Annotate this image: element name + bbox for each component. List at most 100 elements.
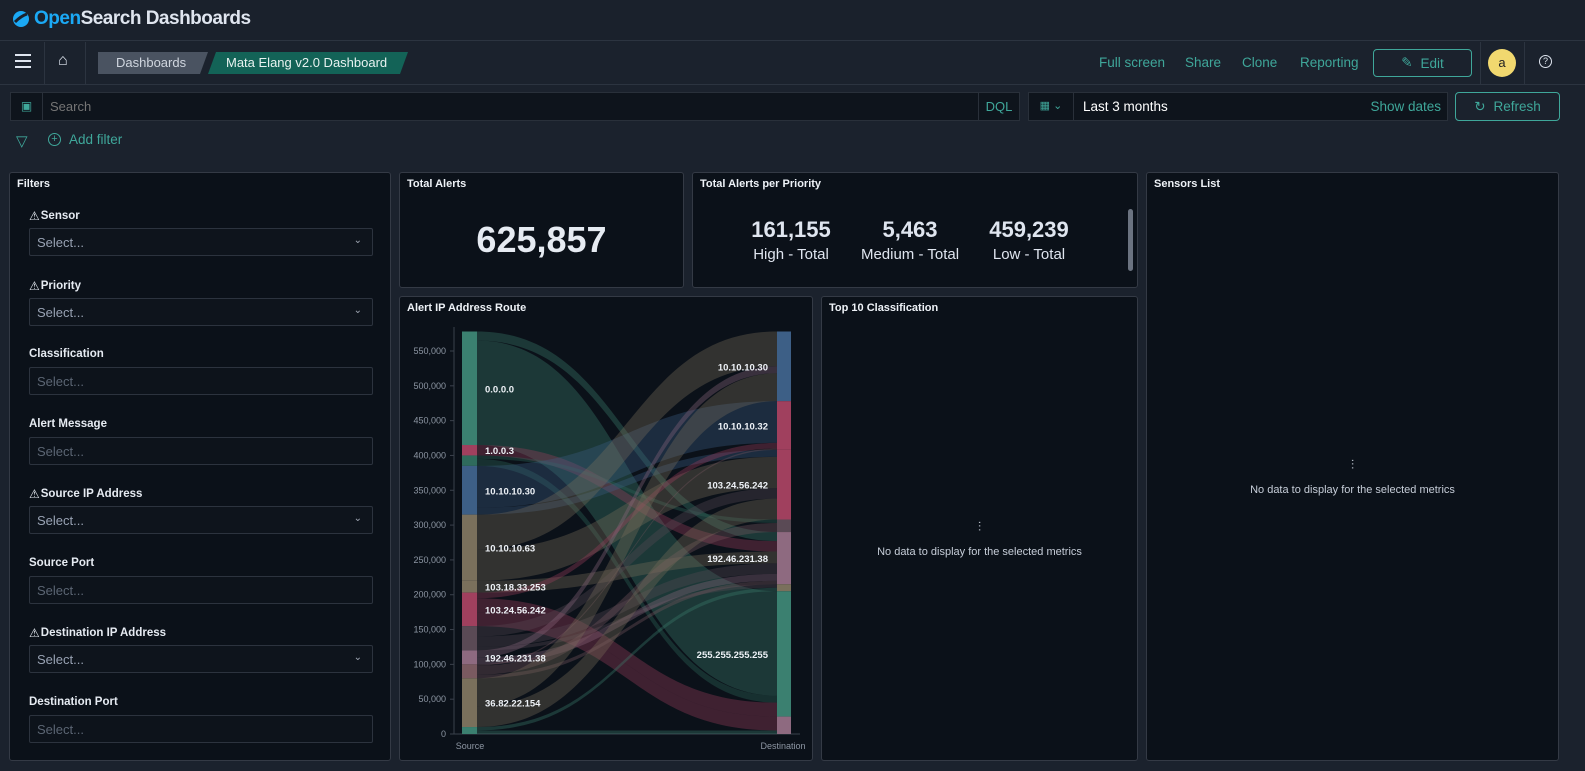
source-node — [462, 514, 477, 581]
x-label-source: Source — [456, 741, 485, 751]
full-screen-link[interactable]: Full screen — [1099, 55, 1165, 70]
filter-select[interactable]: Select... ⌄ — [29, 645, 373, 673]
panel-title: Sensors List — [1154, 178, 1221, 190]
target-node — [777, 449, 791, 520]
refresh-button[interactable]: ↻ Refresh — [1455, 92, 1560, 121]
source-label: 0.0.0.0 — [485, 384, 514, 395]
date-picker: ▦ ⌄ Last 3 months Show dates — [1028, 92, 1448, 121]
y-tick-label: 0 — [441, 729, 446, 739]
filter-label-text: Alert Message — [29, 417, 107, 430]
select-placeholder: Select... — [37, 721, 84, 737]
metric-value: 5,463 — [882, 217, 938, 242]
y-tick-label: 100,000 — [413, 659, 446, 669]
metric-label: High - Total — [753, 246, 829, 263]
y-tick-label: 300,000 — [413, 520, 446, 530]
reporting-link[interactable]: Reporting — [1300, 55, 1359, 70]
filter-select[interactable]: Select... ⌄ — [29, 506, 373, 534]
edit-label: Edit — [1420, 55, 1444, 71]
source-label: 36.82.22.154 — [485, 699, 541, 710]
pencil-icon: ✎ — [1401, 55, 1413, 70]
chevron-down-icon: ⌄ — [353, 304, 362, 316]
dql-button[interactable]: DQL — [978, 93, 1019, 120]
sankey-link — [477, 730, 777, 734]
logo-text-rest: Search Dashboards — [80, 8, 251, 29]
target-label: 10.10.10.32 — [718, 422, 768, 433]
search-input[interactable] — [44, 93, 974, 120]
metric-label: Low - Total — [992, 246, 1066, 263]
filter-select[interactable]: Select... ⌄ — [29, 297, 373, 326]
source-label: 192.46.231.38 — [485, 653, 546, 664]
chart-icon: ⫶ — [977, 519, 982, 534]
filter-label-text: Destination IP Address — [40, 627, 167, 639]
target-node — [777, 584, 791, 592]
target-label: 103.24.56.242 — [707, 481, 768, 492]
source-label: 10.10.10.63 — [485, 544, 535, 555]
y-tick-label: 400,000 — [413, 450, 446, 460]
share-link[interactable]: Share — [1185, 55, 1221, 70]
filter-select[interactable]: Select... — [29, 367, 373, 395]
alert-route-panel: Alert IP Address Route 0 50,000 100,000 150… — [399, 296, 813, 761]
empty-message: No data to display for the selected metr… — [1250, 484, 1455, 496]
total-alerts-panel: Total Alerts 625,857 — [399, 172, 684, 288]
source-label: 103.18.33.253 — [485, 583, 546, 594]
time-range[interactable]: Last 3 months — [1083, 99, 1168, 114]
chevron-down-icon: ⌄ — [353, 652, 362, 663]
priority-high: 161,155 High - Total — [731, 217, 851, 263]
target-node — [777, 532, 791, 585]
filter-label: ⚠ Destination IP Address — [29, 626, 166, 640]
source-node — [462, 455, 477, 466]
add-filter-label: Add filter — [69, 132, 123, 147]
select-placeholder: Select... — [37, 513, 84, 528]
plus-circle-icon: + — [48, 133, 61, 146]
source-node — [462, 580, 477, 593]
metric-label: Medium - Total — [860, 246, 960, 263]
top-bar: OpenSearch Dashboards — [0, 0, 1585, 41]
add-filter-button[interactable]: + Add filter — [48, 132, 122, 147]
chevron-down-icon: ⌄ — [353, 513, 362, 524]
empty-message: No data to display for the selected metr… — [877, 546, 1082, 558]
warning-icon: ⚠ — [29, 209, 40, 223]
scrollbar[interactable] — [1128, 209, 1133, 271]
help-icon[interactable]: ? — [1539, 55, 1552, 68]
filter-label-text: Priority — [40, 279, 82, 292]
target-node — [777, 591, 791, 717]
breadcrumb-dashboards[interactable]: Dashboards — [98, 52, 208, 74]
filter-select[interactable]: Select... ⌄ — [29, 228, 373, 256]
filter-label-text: Sensor — [40, 210, 80, 222]
clone-link[interactable]: Clone — [1242, 55, 1277, 70]
filter-label: ⚠ Source IP Address — [29, 487, 142, 501]
filter-select[interactable]: Select... — [29, 436, 373, 465]
filter-label: ⚠ Sensor — [29, 209, 80, 223]
filters-panel: Filters ⚠ Sensor Select... ⌄ ⚠ Priority Select… — [9, 172, 391, 761]
search-bar: ▣ DQL — [10, 92, 1020, 121]
y-tick-label: 350,000 — [413, 485, 446, 495]
source-node — [462, 727, 477, 734]
y-tick-label: 500,000 — [413, 381, 446, 391]
opensearch-logo[interactable]: OpenSearch Dashboards — [12, 8, 251, 30]
x-label-destination: Destination — [760, 741, 805, 751]
calendar-icon[interactable]: ▦ ⌄ — [1029, 93, 1074, 120]
menu-icon[interactable] — [15, 54, 31, 68]
target-node — [777, 716, 791, 734]
warning-icon: ⚠ — [29, 626, 40, 640]
nav-bar: ⌂ Dashboards Mata Elang v2.0 Dashboard F… — [0, 42, 1585, 85]
filter-select[interactable]: Select... — [29, 714, 373, 743]
target-label: 192.46.231.38 — [707, 554, 768, 565]
filter-select[interactable]: Select... — [29, 575, 373, 604]
priority-medium: 5,463 Medium - Total — [850, 217, 970, 263]
warning-icon: ⚠ — [29, 278, 40, 293]
saved-query-icon[interactable]: ▣ — [11, 93, 43, 120]
show-dates-link[interactable]: Show dates — [1370, 99, 1441, 114]
y-tick-label: 150,000 — [413, 625, 446, 635]
opensearch-logo-icon — [13, 11, 29, 27]
home-icon[interactable]: ⌂ — [58, 52, 68, 70]
filter-label-text: Destination Port — [29, 695, 118, 708]
select-placeholder: Select... — [37, 235, 84, 250]
sensors-panel: Sensors List ⫶ No data to display for th… — [1146, 172, 1559, 761]
avatar[interactable]: a — [1488, 49, 1516, 77]
filter-label: Alert Message — [29, 418, 107, 430]
edit-button[interactable]: ✎ Edit — [1373, 49, 1472, 77]
sankey-chart: 0 50,000 100,000 150,000 200,000 250,000 300,0… — [413, 327, 806, 751]
filter-icon[interactable]: ▽ — [16, 132, 28, 150]
source-node — [462, 445, 477, 456]
